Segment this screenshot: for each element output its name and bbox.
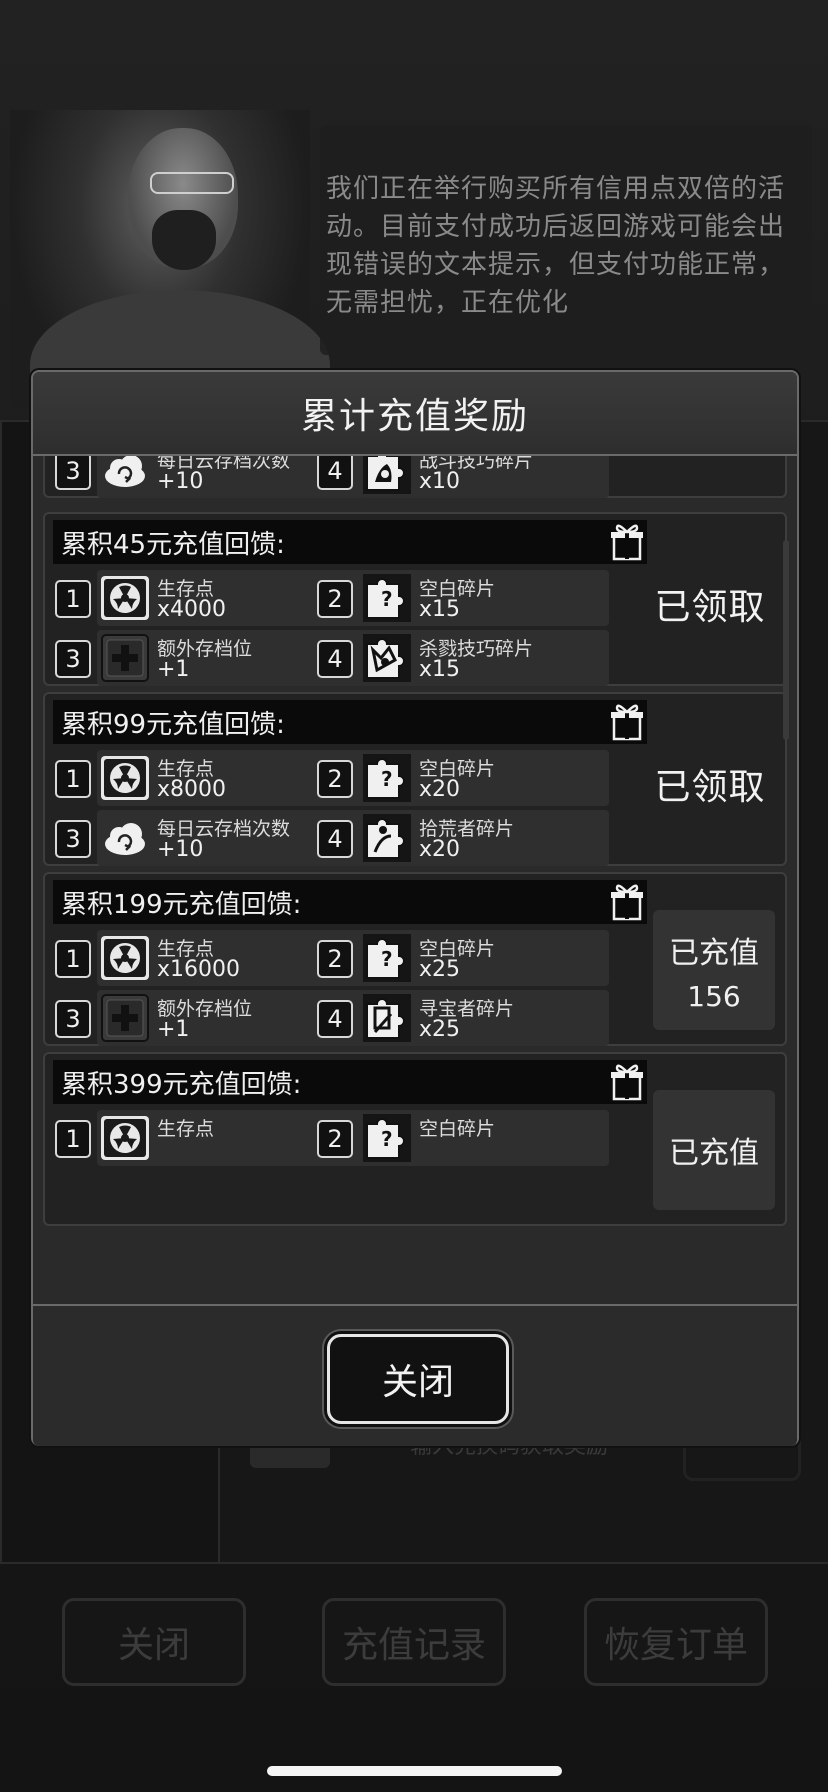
recharged-label: 已充值 <box>669 1136 759 1171</box>
reward-quantity: x20 <box>419 837 461 862</box>
reward-quantity: x25 <box>419 957 461 982</box>
reward-tier: 累积99元充值回馈: 1 生存点 x8000 2? 空白碎片 x20 3 每日云存档次数 +10 4… <box>43 692 787 866</box>
blank-puzzle-icon: ? <box>361 752 413 804</box>
scrollbar[interactable] <box>783 540 789 740</box>
tier-title-bar: 累积199元充值回馈: <box>53 880 647 924</box>
reward-quantity: +10 <box>157 469 204 494</box>
blank-puzzle-icon: ? <box>361 1112 413 1164</box>
cloud-save-icon <box>99 812 151 864</box>
extra-save-slot-icon <box>99 992 151 1044</box>
reward-quantity: +10 <box>157 837 204 862</box>
reward-item[interactable]: 4 战斗技巧碎片 x10 <box>317 456 609 498</box>
reward-quantity: x20 <box>419 777 461 802</box>
radiation-icon <box>99 752 151 804</box>
modal-header: 累计充值奖励 <box>33 372 797 456</box>
cloud-save-icon <box>99 456 151 496</box>
reward-index: 3 <box>55 1000 91 1038</box>
reward-index: 4 <box>317 1000 353 1038</box>
cumulative-recharge-modal: 累计充值奖励 1生存点x20002?空白碎片x103每日云存档次数+104战斗技… <box>31 370 799 1446</box>
reward-tier: 累积45元充值回馈: 1 生存点 x4000 2? 空白碎片 x15 3 额外存档位 +1 4 杀戮技… <box>43 512 787 686</box>
reward-index: 4 <box>317 456 353 490</box>
restore-order-button: 恢复订单 <box>584 1598 768 1686</box>
scavenger-puzzle-icon <box>361 812 413 864</box>
tier-title: 累积399元充值回馈: <box>61 1069 302 1100</box>
reward-quantity: +1 <box>157 1017 190 1042</box>
radiation-icon <box>99 932 151 984</box>
radiation-icon <box>99 1112 151 1164</box>
reward-item[interactable]: 2? 空白碎片 x20 <box>317 750 609 806</box>
reward-index: 2 <box>317 760 353 798</box>
extra-save-slot-icon <box>99 632 151 684</box>
slaughter-skill-puzzle-icon <box>361 632 413 684</box>
reward-quantity: x15 <box>419 657 461 682</box>
reward-item[interactable]: 4 寻宝者碎片 x25 <box>317 990 609 1046</box>
modal-footer: 关闭 <box>33 1304 797 1446</box>
reward-item[interactable]: 2? 空白碎片 <box>317 1110 609 1166</box>
reward-quantity: x25 <box>419 1017 461 1042</box>
blank-puzzle-icon: ? <box>361 932 413 984</box>
reward-tier: 1生存点x20002?空白碎片x103每日云存档次数+104战斗技巧碎片x10已… <box>43 456 787 498</box>
gift-icon[interactable] <box>607 1062 647 1102</box>
reward-index: 4 <box>317 820 353 858</box>
modal-title: 累计充值奖励 <box>300 396 529 437</box>
svg-text:?: ? <box>381 947 393 971</box>
reward-item[interactable]: 4 杀戮技巧碎片 x15 <box>317 630 609 686</box>
reward-tier: 累积399元充值回馈: 1 生存点 2? 空白碎片 已充值 <box>43 1052 787 1226</box>
tier-title: 累积199元充值回馈: <box>61 889 302 920</box>
recharged-amount: 156 <box>687 979 741 1013</box>
reward-quantity: x8000 <box>157 777 227 802</box>
combat-skill-puzzle-icon <box>361 456 413 496</box>
recharged-status: 已充值 <box>653 1090 775 1210</box>
gift-icon[interactable] <box>607 702 647 742</box>
radiation-icon <box>99 572 151 624</box>
tier-title-bar: 累积399元充值回馈: <box>53 1060 647 1104</box>
reward-index: 1 <box>55 760 91 798</box>
gift-icon[interactable] <box>607 882 647 922</box>
reward-index: 2 <box>317 940 353 978</box>
recharged-label: 已充值 <box>669 935 759 971</box>
home-indicator <box>267 1766 562 1776</box>
reward-item[interactable]: 4 拾荒者碎片 x20 <box>317 810 609 866</box>
reward-name: 空白碎片 <box>419 1118 496 1140</box>
tier-title-bar: 累积99元充值回馈: <box>53 700 647 744</box>
svg-text:?: ? <box>381 767 393 791</box>
reward-quantity: x16000 <box>157 957 241 982</box>
reward-index: 1 <box>55 940 91 978</box>
reward-index: 2 <box>317 1120 353 1158</box>
reward-name: 生存点 <box>157 1118 215 1140</box>
gift-icon[interactable] <box>607 522 647 562</box>
rewards-list[interactable]: 1生存点x20002?空白碎片x103每日云存档次数+104战斗技巧碎片x10已… <box>33 456 797 1304</box>
treasure-hunter-puzzle-icon <box>361 992 413 1044</box>
reward-item[interactable]: 2? 空白碎片 x15 <box>317 570 609 626</box>
tier-title: 累积99元充值回馈: <box>61 709 285 740</box>
reward-quantity: +1 <box>157 657 190 682</box>
reward-quantity: x15 <box>419 597 461 622</box>
blank-puzzle-icon: ? <box>361 572 413 624</box>
reward-tier: 累积199元充值回馈: 1 生存点 x16000 2? 空白碎片 x25 3 额外存档位 +1 4 寻… <box>43 872 787 1046</box>
claimed-status: 已领取 <box>654 587 766 628</box>
recharged-status: 已充值 156 <box>653 910 775 1030</box>
reward-quantity: x4000 <box>157 597 227 622</box>
character-portrait <box>10 110 330 440</box>
reward-index: 3 <box>55 640 91 678</box>
notice-text: 我们正在举行购买所有信用点双倍的活动。目前支付成功后返回游戏可能会出现错误的文本… <box>326 174 786 318</box>
svg-text:?: ? <box>381 1127 393 1151</box>
svg-text:?: ? <box>381 587 393 611</box>
tier-title: 累积45元充值回馈: <box>61 529 285 560</box>
reward-index: 2 <box>317 580 353 618</box>
recharge-history-button: 充值记录 <box>322 1598 506 1686</box>
tier-title-bar: 累积45元充值回馈: <box>53 520 647 564</box>
claimed-status: 已领取 <box>654 767 766 808</box>
reward-index: 3 <box>55 456 91 490</box>
reward-index: 4 <box>317 640 353 678</box>
reward-index: 1 <box>55 1120 91 1158</box>
reward-item[interactable]: 2? 空白碎片 x25 <box>317 930 609 986</box>
reward-index: 1 <box>55 580 91 618</box>
bg-close-button: 关闭 <box>62 1598 246 1686</box>
reward-quantity: x10 <box>419 469 461 494</box>
reward-index: 3 <box>55 820 91 858</box>
close-button[interactable]: 关闭 <box>327 1334 509 1424</box>
